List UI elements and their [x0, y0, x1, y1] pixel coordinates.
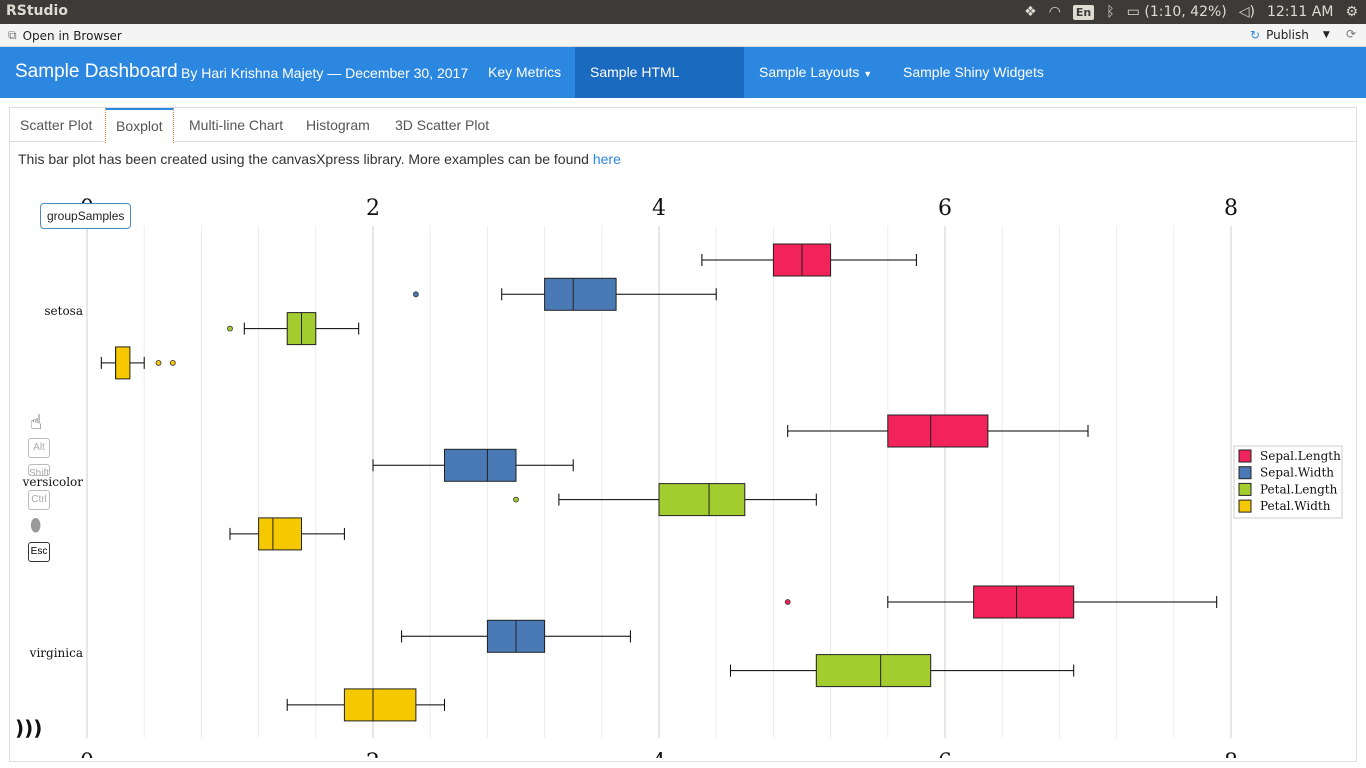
- legend-swatch: [1238, 466, 1252, 480]
- legend-label: Petal.Length: [1260, 482, 1338, 496]
- esc-key-hint[interactable]: Esc: [28, 542, 50, 562]
- publish-button[interactable]: ↻ Publish ▼: [1250, 28, 1330, 42]
- tab-multi-line-chart[interactable]: Multi-line Chart: [179, 108, 293, 142]
- tab-boxplot[interactable]: Boxplot: [105, 108, 174, 143]
- caret-down-icon: ▼: [863, 69, 873, 79]
- mouse-icon[interactable]: ⬮: [30, 515, 41, 536]
- box: [258, 517, 303, 551]
- open-in-browser-button[interactable]: ⧉ Open in Browser: [8, 28, 122, 43]
- legend-label: Sepal.Width: [1260, 466, 1334, 480]
- category-label: versicolor: [22, 475, 84, 489]
- box: [544, 277, 617, 311]
- wifi-icon[interactable]: ◠: [1049, 4, 1061, 20]
- outlier-point: [412, 291, 419, 298]
- publish-label: Publish: [1266, 28, 1309, 42]
- x-tick-label-bottom: 4: [652, 750, 666, 758]
- tab-bar: Scatter Plot Boxplot Multi-line Chart Hi…: [10, 108, 1356, 143]
- box: [658, 483, 746, 517]
- open-in-browser-label: Open in Browser: [22, 28, 122, 43]
- viewer-toolbar: ⧉ Open in Browser ↻ Publish ▼ ⟳: [0, 24, 1366, 47]
- hand-pointer-icon[interactable]: ☝: [30, 410, 42, 434]
- outlier-point: [169, 359, 176, 366]
- box: [444, 448, 517, 482]
- tab-scatter-plot[interactable]: Scatter Plot: [10, 108, 102, 142]
- outlier-point: [155, 359, 162, 366]
- x-tick-label-bottom: 6: [938, 750, 952, 758]
- box: [887, 414, 989, 448]
- nav-sample-html-widgets[interactable]: Sample HTML Widgets: [575, 47, 744, 131]
- box: [343, 688, 417, 722]
- group-samples-button[interactable]: groupSamples: [40, 203, 132, 229]
- shift-key-hint[interactable]: Shift: [28, 464, 50, 476]
- navbar: Sample Dashboard By Hari Krishna Majety …: [0, 47, 1366, 131]
- settings-gear-icon[interactable]: ⚙: [1345, 4, 1358, 20]
- x-tick-label-top: 8: [1224, 196, 1238, 221]
- category-label: setosa: [44, 304, 83, 318]
- refresh-icon[interactable]: ⟳: [1346, 27, 1356, 41]
- x-tick-label-bottom: 8: [1224, 750, 1238, 758]
- legend-label: Sepal.Length: [1260, 449, 1341, 463]
- clock[interactable]: 12:11 AM: [1267, 4, 1333, 20]
- chevron-down-icon: ▼: [1322, 30, 1330, 40]
- nav-sample-shiny-widgets[interactable]: Sample Shiny Widgets: [888, 47, 1059, 98]
- app-title: RStudio: [6, 3, 68, 19]
- publish-icon: ↻: [1250, 28, 1261, 42]
- outlier-point: [227, 325, 233, 332]
- volume-icon[interactable]: ◁): [1239, 4, 1255, 20]
- category-label: virginica: [29, 646, 83, 660]
- bluetooth-icon[interactable]: ᛒ: [1106, 4, 1114, 20]
- battery-icon: ▭: [1126, 4, 1140, 20]
- x-tick-label-top: 2: [366, 196, 380, 221]
- x-tick-label-top: 4: [652, 196, 666, 221]
- boxplot-chart[interactable]: 0022446688setosaversicolorvirginicaSepal…: [10, 180, 1356, 758]
- tab-histogram[interactable]: Histogram: [296, 108, 380, 142]
- nav-sample-layouts[interactable]: Sample Layouts ▼: [744, 47, 887, 98]
- examples-link[interactable]: here: [593, 151, 621, 167]
- battery-text: (1:10, 42%): [1144, 4, 1227, 20]
- x-tick-label-top: 6: [938, 196, 952, 221]
- legend-swatch: [1238, 499, 1252, 513]
- description: This bar plot has been created using the…: [18, 151, 621, 167]
- box: [115, 346, 131, 380]
- brand-title[interactable]: Sample Dashboard: [15, 61, 178, 83]
- language-indicator[interactable]: En: [1072, 4, 1095, 20]
- legend-label: Petal.Width: [1260, 499, 1331, 513]
- outlier-point: [784, 599, 791, 605]
- legend: Sepal.Length Sepal.Width Petal.Length Petal…: [1233, 445, 1343, 519]
- browser-icon: ⧉: [8, 28, 17, 42]
- battery-indicator[interactable]: ▭ (1:10, 42%): [1127, 4, 1227, 20]
- system-top-bar: RStudio ❖ ◠ En ᛒ ▭ (1:10, 42%) ◁) 12:11 …: [0, 0, 1366, 24]
- sound-wave-icon[interactable]: ))): [15, 716, 42, 740]
- nav-key-metrics[interactable]: Key Metrics: [473, 47, 576, 98]
- x-tick-label-bottom: 0: [80, 750, 94, 758]
- byline: By Hari Krishna Majety — December 30, 20…: [181, 65, 469, 81]
- alt-key-hint[interactable]: Alt: [28, 438, 50, 458]
- dropbox-icon[interactable]: ❖: [1024, 4, 1037, 20]
- system-tray: ❖ ◠ En ᛒ ▭ (1:10, 42%) ◁) 12:11 AM ⚙: [1024, 0, 1358, 24]
- x-tick-label-bottom: 2: [366, 750, 380, 758]
- legend-swatch: [1238, 482, 1252, 496]
- box: [973, 585, 1075, 619]
- legend-swatch: [1238, 449, 1252, 463]
- nav-sample-layouts-label: Sample Layouts: [759, 64, 860, 80]
- tab-3d-scatter-plot[interactable]: 3D Scatter Plot: [385, 108, 499, 142]
- outlier-point: [513, 496, 519, 503]
- ctrl-key-hint[interactable]: Ctrl: [28, 490, 50, 510]
- description-text: This bar plot has been created using the…: [18, 151, 593, 167]
- box: [815, 654, 932, 688]
